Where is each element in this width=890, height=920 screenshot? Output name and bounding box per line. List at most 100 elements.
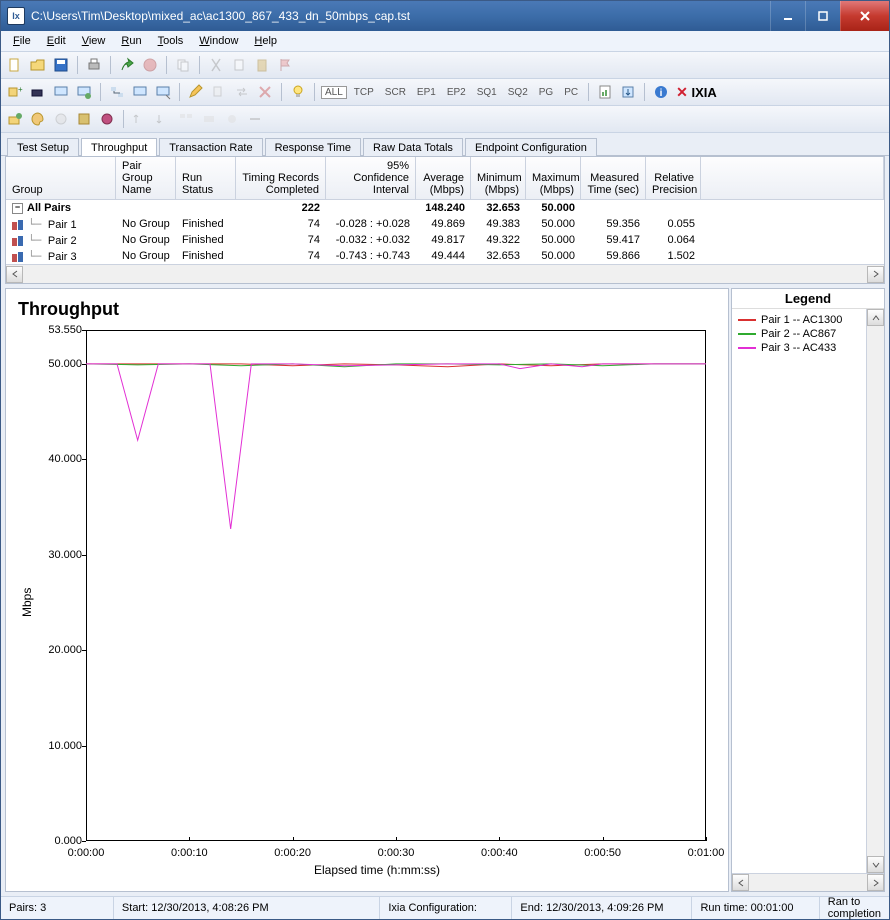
status-runtime: Run time: 00:01:00 xyxy=(692,897,819,919)
palette-icon[interactable] xyxy=(28,109,48,129)
y-tick-label: 10.000 xyxy=(38,740,82,752)
save-icon[interactable] xyxy=(51,55,71,75)
table-row[interactable]: └─ Pair 3No GroupFinished74-0.743 : +0.7… xyxy=(6,248,884,264)
col-header[interactable]: Pair GroupName xyxy=(116,157,176,199)
table-row[interactable]: └─ Pair 1No GroupFinished74-0.028 : +0.0… xyxy=(6,216,884,232)
legend-h-scrollbar[interactable] xyxy=(732,873,884,891)
col-header[interactable]: MeasuredTime (sec) xyxy=(581,157,646,199)
x-tick-label: 0:00:30 xyxy=(378,847,415,859)
monitor4-icon[interactable] xyxy=(153,82,173,102)
table-body: −All Pairs222148.24032.65350.000└─ Pair … xyxy=(6,200,884,264)
add-hw-pair-icon[interactable] xyxy=(28,82,48,102)
bulb-icon[interactable] xyxy=(288,82,308,102)
filter-ep1-button[interactable]: EP1 xyxy=(413,86,440,99)
tab-raw-data-totals[interactable]: Raw Data Totals xyxy=(363,138,463,156)
col-header[interactable]: Timing RecordsCompleted xyxy=(236,157,326,199)
tool5-icon[interactable] xyxy=(97,109,117,129)
col-header[interactable]: RelativePrecision xyxy=(646,157,701,199)
legend-item[interactable]: Pair 1 -- AC1300 xyxy=(738,313,860,327)
status-config: Ixia Configuration: xyxy=(380,897,512,919)
network-icon[interactable] xyxy=(107,82,127,102)
svg-text:+: + xyxy=(18,85,23,94)
app-icon: Ix xyxy=(7,7,25,25)
sort-desc-icon xyxy=(153,109,173,129)
window-buttons xyxy=(770,1,889,31)
menu-file[interactable]: File xyxy=(5,33,39,49)
new-icon[interactable] xyxy=(5,55,25,75)
menu-run[interactable]: Run xyxy=(113,33,149,49)
col-header[interactable]: Average(Mbps) xyxy=(416,157,471,199)
menu-view[interactable]: View xyxy=(74,33,114,49)
close-button[interactable] xyxy=(840,1,889,31)
col-header[interactable]: Run Status xyxy=(176,157,236,199)
x-tick-label: 0:00:50 xyxy=(584,847,621,859)
print-icon[interactable] xyxy=(84,55,104,75)
filter-sq2-button[interactable]: SQ2 xyxy=(504,86,532,99)
filter-ep2-button[interactable]: EP2 xyxy=(443,86,470,99)
x-tick-label: 0:00:00 xyxy=(68,847,105,859)
swap-icon xyxy=(232,82,252,102)
col-header[interactable]: Group xyxy=(6,157,116,199)
y-axis-label: Mbps xyxy=(18,324,34,881)
monitor3-icon[interactable] xyxy=(130,82,150,102)
col-header[interactable]: Maximum(Mbps) xyxy=(526,157,581,199)
table-row-summary[interactable]: −All Pairs222148.24032.65350.000 xyxy=(6,200,884,216)
x-axis-label: Elapsed time (h:mm:ss) xyxy=(38,863,716,877)
legend-label: Pair 3 -- AC433 xyxy=(761,342,836,354)
filter-all-button[interactable]: ALL xyxy=(321,86,347,99)
tab-response-time[interactable]: Response Time xyxy=(265,138,361,156)
add-pair-icon[interactable]: + xyxy=(5,82,25,102)
svg-text:i: i xyxy=(660,88,663,99)
scroll-left-icon[interactable] xyxy=(6,266,23,283)
tool4-icon[interactable] xyxy=(74,109,94,129)
scroll-up-icon[interactable] xyxy=(867,309,884,326)
monitor2-icon[interactable] xyxy=(74,82,94,102)
toolbar-1 xyxy=(1,52,889,79)
legend-v-scrollbar[interactable] xyxy=(866,309,884,873)
open-icon[interactable] xyxy=(28,55,48,75)
col-header[interactable]: Minimum(Mbps) xyxy=(471,157,526,199)
group-wizard-icon[interactable] xyxy=(5,109,25,129)
minimize-button[interactable] xyxy=(770,1,805,31)
plot-area[interactable]: Elapsed time (h:mm:ss) 53.55050.00040.00… xyxy=(38,324,716,881)
legend-label: Pair 1 -- AC1300 xyxy=(761,314,842,326)
menu-help[interactable]: Help xyxy=(246,33,285,49)
scroll-left-icon[interactable] xyxy=(732,874,749,891)
scroll-right-icon[interactable] xyxy=(867,266,884,283)
menu-tools[interactable]: Tools xyxy=(150,33,192,49)
filter-pg-button[interactable]: PG xyxy=(535,86,557,99)
menu-window[interactable]: Window xyxy=(191,33,246,49)
tool9-icon xyxy=(199,109,219,129)
filter-pc-button[interactable]: PC xyxy=(560,86,582,99)
monitor-icon[interactable] xyxy=(51,82,71,102)
menu-edit[interactable]: Edit xyxy=(39,33,74,49)
flag-icon xyxy=(275,55,295,75)
status-end: End: 12/30/2013, 4:09:26 PM xyxy=(512,897,692,919)
tab-throughput[interactable]: Throughput xyxy=(81,138,157,156)
edit-pair-icon[interactable] xyxy=(186,82,206,102)
filter-scr-button[interactable]: SCR xyxy=(381,86,410,99)
legend-item[interactable]: Pair 2 -- AC867 xyxy=(738,327,860,341)
y-tick-label: 50.000 xyxy=(38,358,82,370)
col-header[interactable]: 95% ConfidenceInterval xyxy=(326,157,416,199)
info-icon[interactable]: i xyxy=(651,82,671,102)
toolbar-3 xyxy=(1,106,889,133)
x-tick-label: 0:00:10 xyxy=(171,847,208,859)
maximize-button[interactable] xyxy=(805,1,840,31)
filter-sq1-button[interactable]: SQ1 xyxy=(473,86,501,99)
scroll-right-icon[interactable] xyxy=(867,874,884,891)
table-h-scrollbar[interactable] xyxy=(6,264,884,283)
status-result: Ran to completion xyxy=(820,897,889,919)
sort-asc-icon xyxy=(130,109,150,129)
scroll-down-icon[interactable] xyxy=(867,856,884,873)
legend-item[interactable]: Pair 3 -- AC433 xyxy=(738,341,860,355)
tab-test-setup[interactable]: Test Setup xyxy=(7,138,79,156)
run-icon[interactable] xyxy=(117,55,137,75)
export-icon[interactable] xyxy=(618,82,638,102)
tab-transaction-rate[interactable]: Transaction Rate xyxy=(159,138,262,156)
filter-tcp-button[interactable]: TCP xyxy=(350,86,378,99)
tab-endpoint-configuration[interactable]: Endpoint Configuration xyxy=(465,138,597,156)
series-line xyxy=(86,364,706,529)
table-row[interactable]: └─ Pair 2No GroupFinished74-0.032 : +0.0… xyxy=(6,232,884,248)
report-icon[interactable] xyxy=(595,82,615,102)
